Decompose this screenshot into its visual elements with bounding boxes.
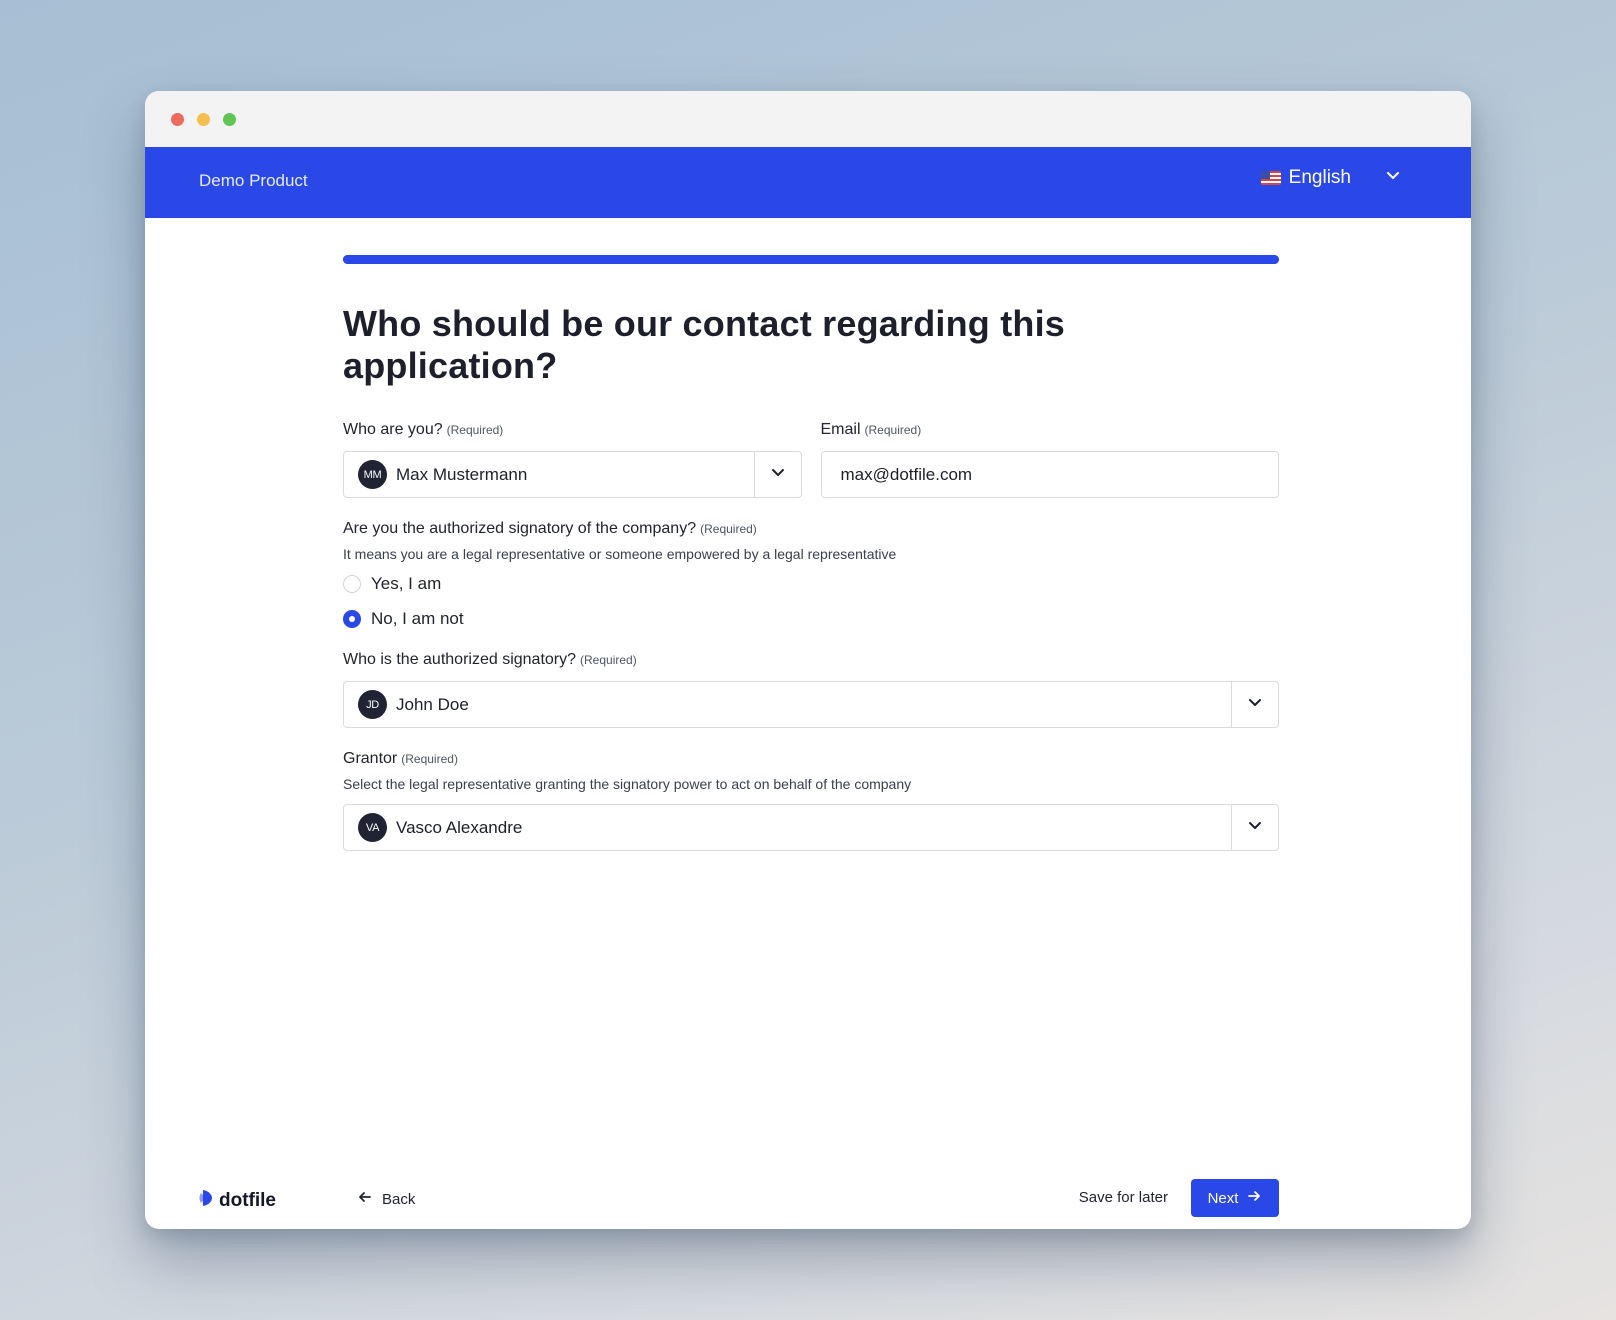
avatar: VA xyxy=(358,813,387,842)
required-tag: (Required) xyxy=(580,653,637,667)
required-tag: (Required) xyxy=(446,423,504,437)
arrow-right-icon xyxy=(1246,1188,1262,1208)
chevron-down-icon xyxy=(1385,167,1401,189)
avatar: MM xyxy=(358,460,387,489)
back-button[interactable]: Back xyxy=(357,1189,415,1209)
progress-fill xyxy=(343,255,1279,264)
select-value: VA Vasco Alexandre xyxy=(344,813,1231,842)
field-label: Are you the authorized signatory of the … xyxy=(343,520,1279,538)
required-tag: (Required) xyxy=(864,423,922,437)
field-label: Who are you? (Required) xyxy=(343,421,802,439)
maximize-window-button[interactable] xyxy=(223,113,236,126)
avatar: JD xyxy=(358,690,387,719)
arrow-left-icon xyxy=(357,1189,373,1209)
language-label: English xyxy=(1288,167,1351,188)
grantor-label: Grantor xyxy=(343,750,398,767)
helper-text: It means you are a legal representative … xyxy=(343,546,897,562)
select-value: JD John Doe xyxy=(344,690,1231,719)
select-toggle[interactable] xyxy=(1231,805,1278,850)
field-label: Grantor (Required) xyxy=(343,750,1279,768)
identity-row: Who are you? (Required) MM Max Mustermann xyxy=(343,421,1279,498)
signatory-select[interactable]: JD John Doe xyxy=(343,681,1279,728)
chevron-down-icon xyxy=(770,464,786,485)
progress-bar xyxy=(343,255,1279,264)
who-are-you-select[interactable]: MM Max Mustermann xyxy=(343,451,802,498)
save-for-later-button[interactable]: Save for later xyxy=(1079,1189,1168,1206)
form-content: Who should be our contact regarding this… xyxy=(343,303,1279,851)
selected-person-name: John Doe xyxy=(396,694,469,714)
next-label: Next xyxy=(1207,1189,1239,1207)
required-tag: (Required) xyxy=(401,752,458,766)
back-label: Back xyxy=(382,1190,416,1208)
radio-label: Yes, I am xyxy=(371,574,442,593)
window-titlebar xyxy=(145,91,1471,147)
browser-window: Demo Product English Who should be our c… xyxy=(145,91,1471,1229)
radio-label: No, I am not xyxy=(371,609,464,628)
selected-person-name: Max Mustermann xyxy=(396,464,528,484)
grantor-field: Grantor (Required) Select the legal repre… xyxy=(343,750,1279,851)
field-label: Who is the authorized signatory? (Require… xyxy=(343,651,1279,669)
signatory-label: Who is the authorized signatory? xyxy=(343,651,577,668)
grantor-select[interactable]: VA Vasco Alexandre xyxy=(343,804,1279,851)
app-header: Demo Product English xyxy=(145,147,1471,218)
next-button[interactable]: Next xyxy=(1191,1179,1279,1217)
page-title: Who should be our contact regarding this… xyxy=(343,303,1066,386)
brand-name: Demo Product xyxy=(199,171,308,190)
logo-text: dotfile xyxy=(219,1190,276,1211)
minimize-window-button[interactable] xyxy=(197,113,210,126)
authorized-signatory-question: Are you the authorized signatory of the … xyxy=(343,520,1279,629)
selected-person-name: Vasco Alexandre xyxy=(396,817,523,837)
dotfile-logo-icon xyxy=(199,1188,213,1214)
radio-group: Yes, I am No, I am not xyxy=(343,574,1279,629)
field-label: Email (Required) xyxy=(821,421,1280,439)
close-window-button[interactable] xyxy=(171,113,184,126)
email-label: Email xyxy=(820,421,861,438)
footer-nav: dotfile Back Save for later Next xyxy=(145,1179,1471,1219)
who-are-you-label: Who are you? xyxy=(343,421,443,438)
select-toggle[interactable] xyxy=(753,452,801,497)
helper-text: Select the legal representative granting… xyxy=(343,776,912,792)
language-selector[interactable]: English xyxy=(1260,167,1401,189)
radio-option-no[interactable]: No, I am not xyxy=(343,609,1279,629)
chevron-down-icon xyxy=(1247,694,1263,715)
select-value: MM Max Mustermann xyxy=(344,460,754,489)
required-tag: (Required) xyxy=(700,522,757,536)
authorized-question-label: Are you the authorized signatory of the … xyxy=(343,520,697,537)
radio-unchecked[interactable] xyxy=(343,575,361,593)
us-flag-icon xyxy=(1260,171,1281,185)
email-input-wrapper xyxy=(820,451,1279,498)
dotfile-logo: dotfile xyxy=(199,1188,276,1214)
signatory-field: Who is the authorized signatory? (Require… xyxy=(343,651,1279,728)
chevron-down-icon xyxy=(1247,817,1263,838)
email-field-group: Email (Required) xyxy=(820,421,1280,498)
radio-checked[interactable] xyxy=(343,610,361,628)
email-field[interactable] xyxy=(821,463,1278,486)
radio-option-yes[interactable]: Yes, I am xyxy=(343,574,1279,594)
select-toggle[interactable] xyxy=(1231,682,1278,727)
who-are-you-field: Who are you? (Required) MM Max Mustermann xyxy=(343,421,802,498)
